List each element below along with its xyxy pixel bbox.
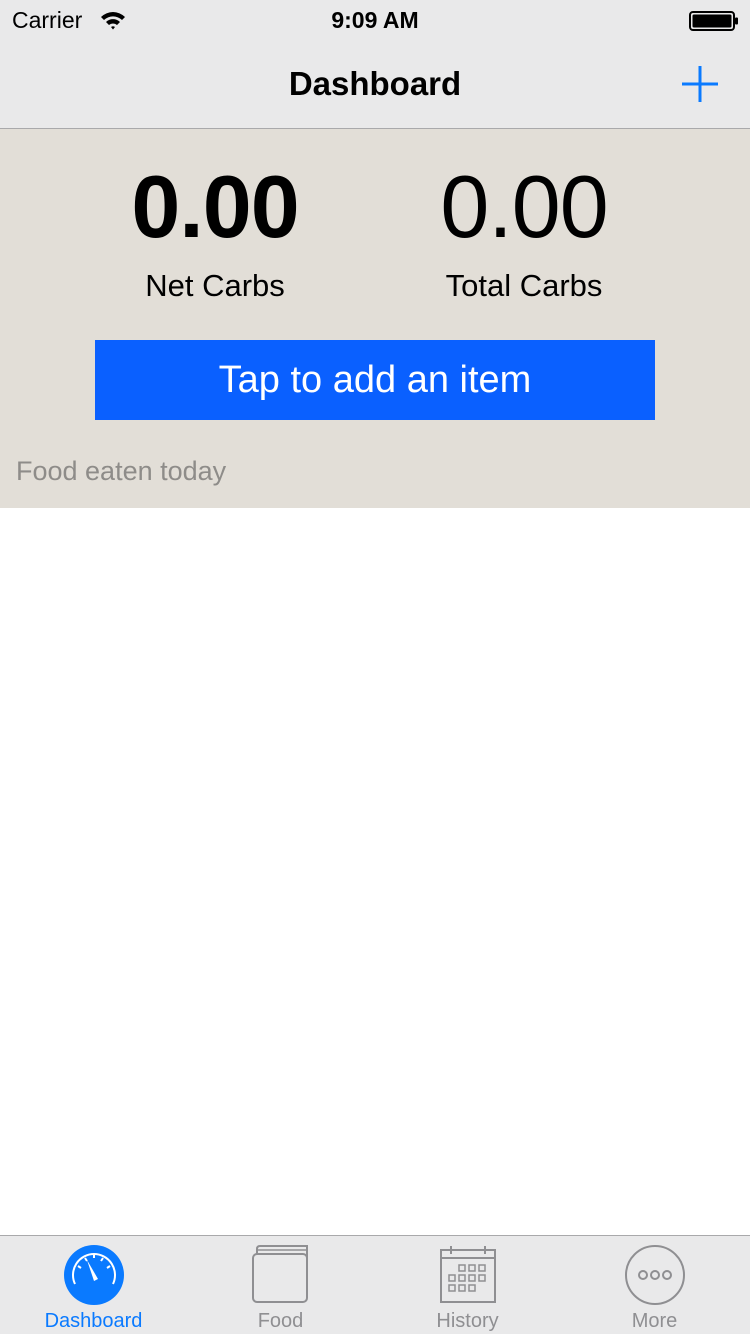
tab-label: History bbox=[436, 1310, 499, 1332]
battery-full-icon bbox=[689, 11, 738, 31]
gauge-icon bbox=[63, 1245, 124, 1305]
total-carbs-value: 0.00 bbox=[440, 157, 608, 256]
total-carbs-label: Total Carbs bbox=[445, 268, 603, 303]
more-icon bbox=[624, 1245, 685, 1305]
page-title: Dashboard bbox=[288, 65, 462, 102]
plus-icon bbox=[682, 66, 718, 102]
add-item-button[interactable]: Tap to add an item bbox=[95, 340, 655, 420]
add-button[interactable] bbox=[676, 60, 724, 108]
tab-history[interactable]: History bbox=[374, 1236, 561, 1335]
tab-label: More bbox=[631, 1310, 678, 1332]
food-eaten-today-header: Food eaten today bbox=[16, 456, 227, 486]
tab-bar: Dashboard Food History More bbox=[0, 1235, 750, 1334]
status-time: 9:09 AM bbox=[331, 7, 419, 33]
book-icon bbox=[251, 1245, 308, 1303]
food-eaten-list[interactable] bbox=[0, 508, 750, 1235]
tab-food[interactable]: Food bbox=[187, 1236, 374, 1335]
calendar-icon bbox=[439, 1246, 496, 1303]
navigation-bar: Dashboard bbox=[0, 40, 750, 128]
total-carbs-stat: 0.00 Total Carbs bbox=[344, 149, 704, 305]
tab-dashboard[interactable]: Dashboard bbox=[0, 1236, 187, 1335]
net-carbs-label: Net Carbs bbox=[145, 268, 285, 303]
top-bars: Carrier 9:09 AM Dashboard bbox=[0, 0, 750, 129]
net-carbs-stat: 0.00 Net Carbs bbox=[35, 149, 395, 305]
tab-label: Dashboard bbox=[44, 1310, 143, 1332]
status-bar: Carrier 9:09 AM bbox=[0, 0, 750, 40]
net-carbs-value: 0.00 bbox=[131, 157, 299, 256]
tab-label: Food bbox=[257, 1310, 304, 1332]
carbs-summary-panel: 0.00 Net Carbs 0.00 Total Carbs Tap to a… bbox=[0, 129, 750, 508]
tab-more[interactable]: More bbox=[561, 1236, 748, 1335]
